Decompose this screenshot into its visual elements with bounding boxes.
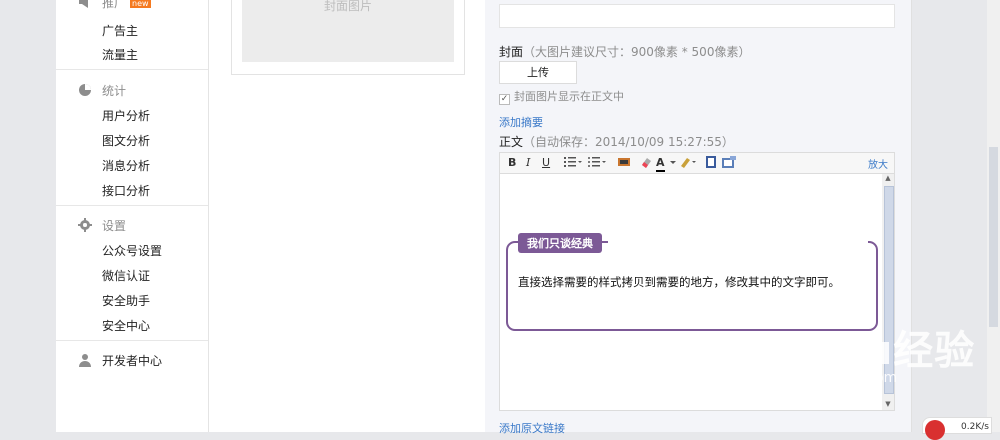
video-icon[interactable] [706,156,716,170]
sidebar: 推广 new 广告主 流量主 统计 用户分析 图文分析 消息分析 接口分析 设置 … [56,0,209,432]
sidebar-item-security-assistant[interactable]: 安全助手 [102,292,150,309]
gear-icon [78,218,92,232]
scroll-down-icon[interactable]: ▼ [882,400,894,410]
template-icon[interactable] [722,156,736,170]
checkbox-checked-icon[interactable]: ✓ [499,94,510,105]
sidebar-item-security-center[interactable]: 安全中心 [102,317,150,334]
article-preview-card[interactable]: 封面图片 [231,0,465,75]
dropdown-arrow-icon[interactable] [670,156,676,170]
editor-toolbar: B I U A 放大 [500,153,894,174]
divider [56,205,208,206]
italic-button[interactable]: I [526,156,530,170]
sidebar-item-message-analysis[interactable]: 消息分析 [102,157,150,174]
divider [56,340,208,341]
font-color-icon[interactable]: A [656,156,665,172]
show-cover-checkbox-row[interactable]: ✓ 封面图片显示在正文中 [499,88,624,105]
enlarge-button[interactable]: 放大 [868,156,888,171]
sidebar-item-user-analysis[interactable]: 用户分析 [102,107,150,124]
network-speed-widget[interactable]: 0.2K/s [922,417,992,440]
highlight-icon[interactable] [680,156,698,170]
new-badge: new [130,0,151,8]
left-background [0,0,56,432]
sidebar-group-stats[interactable]: 统计 [78,82,126,99]
cover-size-hint: （大图片建议尺寸：900像素 * 500像素） [523,45,751,59]
card-tag: 我们只谈经典 [518,233,602,253]
sidebar-item-article-analysis[interactable]: 图文分析 [102,132,150,149]
sidebar-item-advertiser[interactable]: 广告主 [102,22,138,39]
autosave-status: （自动保存：2014/10/09 15:27:55） [523,135,734,149]
scroll-up-icon[interactable]: ▲ [882,174,894,184]
preview-panel: 封面图片 [209,0,485,432]
underline-button[interactable]: U [542,156,550,170]
sidebar-group-promote[interactable]: 推广 new [78,0,151,11]
card-text: 直接选择需要的样式拷贝到需要的地方，修改其中的文字即可。 [518,275,840,289]
upload-button[interactable]: 上传 [499,61,577,84]
add-source-link[interactable]: 添加原文链接 [499,420,565,436]
sidebar-group-settings[interactable]: 设置 [78,217,126,234]
page-scrollbar-thumb[interactable] [989,147,998,327]
divider [56,69,208,70]
pie-chart-icon [78,83,92,97]
baidu-watermark: Baidu经验 jingyan.baidu.com [760,328,976,386]
unordered-list-icon[interactable] [588,156,606,170]
speed-ball-icon [925,420,945,440]
sidebar-item-api-analysis[interactable]: 接口分析 [102,182,150,199]
eraser-icon[interactable] [640,156,652,170]
sidebar-item-traffic[interactable]: 流量主 [102,46,138,63]
sidebar-item-developer-center[interactable]: 开发者中心 [78,352,162,369]
person-icon [78,353,92,367]
text-input[interactable] [499,4,895,28]
add-summary-link[interactable]: 添加摘要 [499,114,543,130]
speed-text: 0.2K/s [961,422,989,432]
ordered-list-icon[interactable] [564,156,582,170]
page-scrollbar[interactable] [987,0,1000,432]
sidebar-item-wechat-verify[interactable]: 微信认证 [102,267,150,284]
watermark-url: jingyan.baidu.com [768,370,898,386]
card-top-gap [608,241,868,243]
cover-image-placeholder: 封面图片 [242,0,454,62]
image-insert-icon[interactable] [618,156,630,170]
megaphone-icon [78,0,92,9]
body-label: 正文（自动保存：2014/10/09 15:27:55） [499,135,734,149]
bold-button[interactable]: B [508,156,516,170]
sidebar-item-account-settings[interactable]: 公众号设置 [102,242,162,259]
cover-label: 封面（大图片建议尺寸：900像素 * 500像素） [499,45,751,59]
